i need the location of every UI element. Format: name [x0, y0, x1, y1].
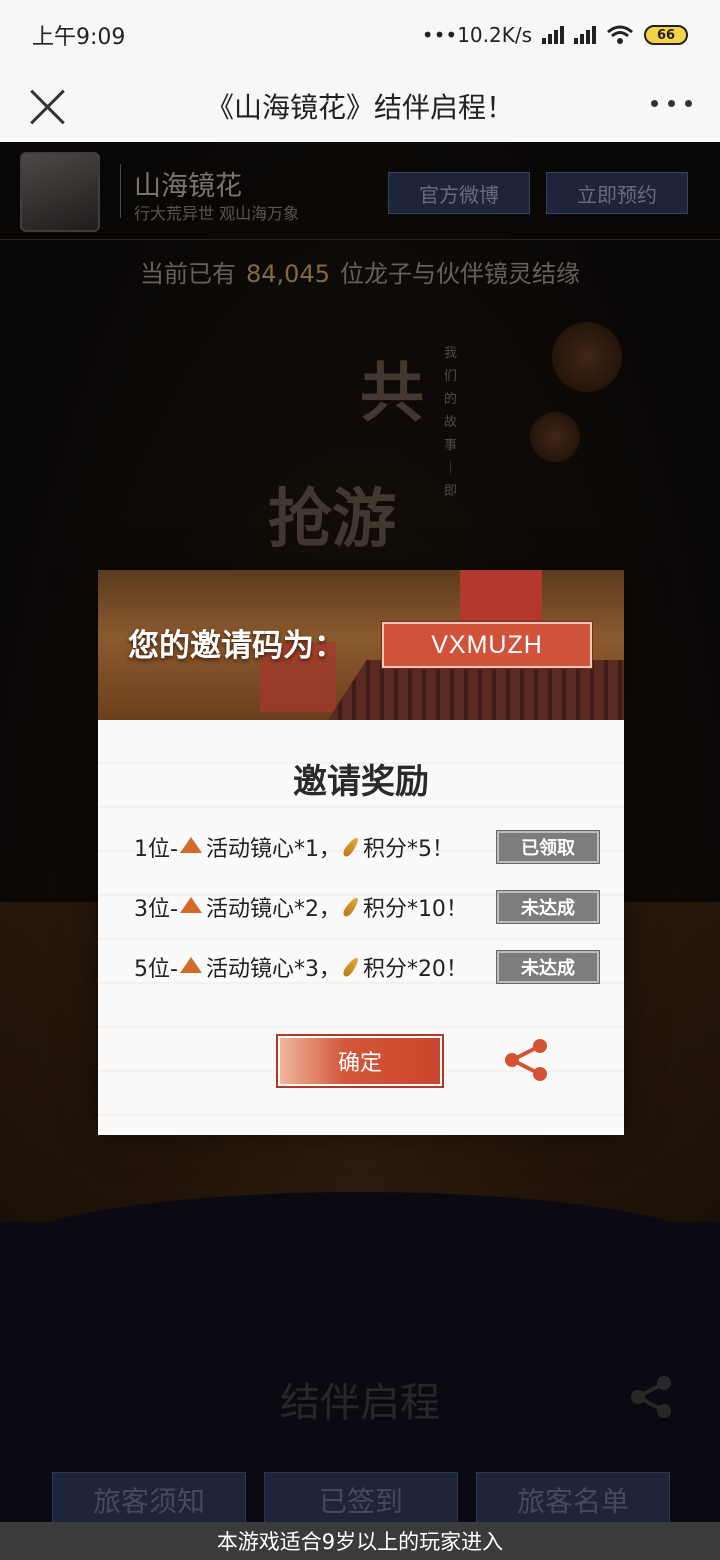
reward-points: 积分*10！ — [362, 897, 468, 922]
feather-points-icon — [341, 835, 361, 859]
confirm-button[interactable]: 确定 — [276, 1034, 444, 1088]
reward-item: 活动镜心*2， — [205, 897, 341, 922]
feather-points-icon — [341, 895, 361, 919]
mirror-heart-icon — [179, 837, 202, 853]
network-speed: •••10.2K/s — [421, 23, 532, 47]
dialog-body: 邀请奖励 1位- 活动镜心*1， 积分*5！ 已领取 3位- 活动镜心*2， 积… — [98, 720, 624, 1135]
share-icon[interactable] — [502, 1036, 550, 1084]
roof-decoration — [328, 660, 624, 720]
status-bar: 上午9:09 •••10.2K/s 66 — [0, 0, 720, 70]
status-time: 上午9:09 — [32, 25, 126, 50]
invite-reward-dialog: 您的邀请码为： VXMUZH 邀请奖励 1位- 活动镜心*1， 积分*5！ 已领… — [98, 570, 624, 1135]
mirror-heart-icon — [179, 957, 202, 973]
age-notice-bar: 本游戏适合9岁以上的玩家进入 — [0, 1522, 720, 1560]
reward-row: 5位- 活动镜心*3， 积分*20！ — [134, 950, 468, 984]
reward-tier: 1位- — [134, 837, 178, 862]
reward-status-claimed[interactable]: 已领取 — [496, 830, 600, 864]
reward-row: 3位- 活动镜心*2， 积分*10！ — [134, 890, 468, 924]
invite-code-value[interactable]: VXMUZH — [381, 621, 593, 669]
signal-hd-icon — [542, 26, 564, 44]
status-indicators: •••10.2K/s 66 — [422, 23, 688, 47]
feather-points-icon — [341, 955, 361, 979]
reward-status-not-reached[interactable]: 未达成 — [496, 950, 600, 984]
reward-tier: 5位- — [134, 957, 178, 982]
reward-status-not-reached[interactable]: 未达成 — [496, 890, 600, 924]
battery-icon: 66 — [644, 25, 688, 45]
reward-item: 活动镜心*3， — [205, 957, 341, 982]
reward-tier: 3位- — [134, 897, 178, 922]
reward-row: 1位- 活动镜心*1， 积分*5！ — [134, 830, 454, 864]
reward-points: 积分*20！ — [362, 957, 468, 982]
reward-item: 活动镜心*1， — [205, 837, 341, 862]
page-title: 《山海镜花》结伴启程！ — [205, 91, 514, 124]
more-icon[interactable] — [651, 100, 692, 107]
mirror-heart-icon — [179, 897, 202, 913]
dialog-header-art: 您的邀请码为： VXMUZH — [98, 570, 624, 720]
wifi-icon — [607, 25, 633, 44]
reward-points: 积分*5！ — [362, 837, 454, 862]
reward-title: 邀请奖励 — [293, 762, 429, 802]
browser-title-bar: 《山海镜花》结伴启程！ — [0, 70, 720, 142]
signal-icon — [574, 26, 596, 44]
invite-code-label: 您的邀请码为： — [128, 628, 345, 664]
